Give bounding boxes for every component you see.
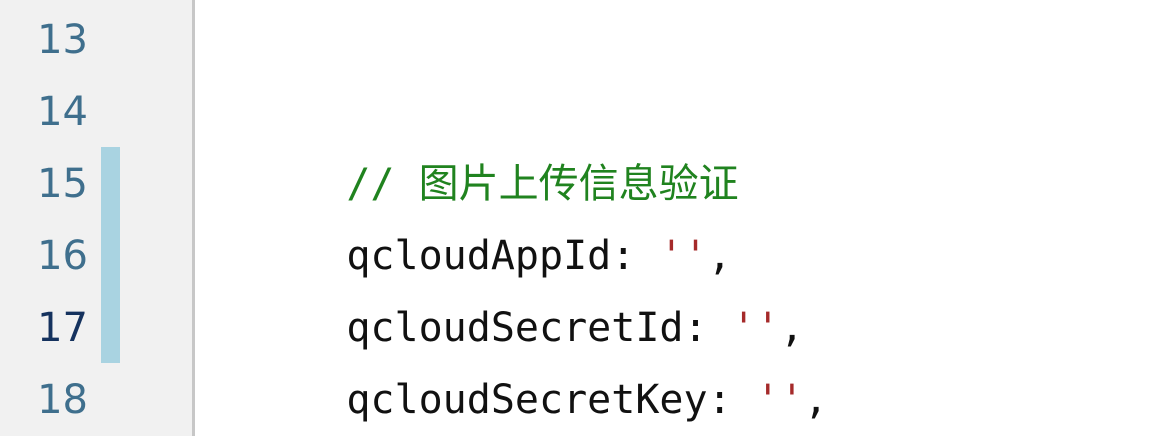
line-number-18: 18 xyxy=(37,377,88,423)
code-line-17[interactable]: qcloudSecretKey: '', xyxy=(250,292,828,423)
line-number-17: 17 xyxy=(37,305,88,351)
code-line-15[interactable]: qcloudAppId: '', xyxy=(250,148,731,279)
line-number-15: 15 xyxy=(37,161,88,207)
code-colon: : xyxy=(707,377,732,423)
line-number-13: 13 xyxy=(37,17,88,63)
code-line-14[interactable]: // 图片上传信息验证 xyxy=(250,76,738,207)
code-key: qcloudSecretKey xyxy=(346,377,708,423)
code-line-16[interactable]: qcloudSecretId: '', xyxy=(250,220,804,351)
gutter-divider xyxy=(192,0,195,436)
line-number-14: 14 xyxy=(37,89,88,135)
line-number-16: 16 xyxy=(37,233,88,279)
code-editor[interactable]: 13 14 15 16 17 18 // 图片上传信息验证 qcloudAppI… xyxy=(0,0,1156,436)
code-string-value: '' xyxy=(755,377,804,423)
code-comma: , xyxy=(803,377,829,423)
change-marker xyxy=(101,147,120,363)
